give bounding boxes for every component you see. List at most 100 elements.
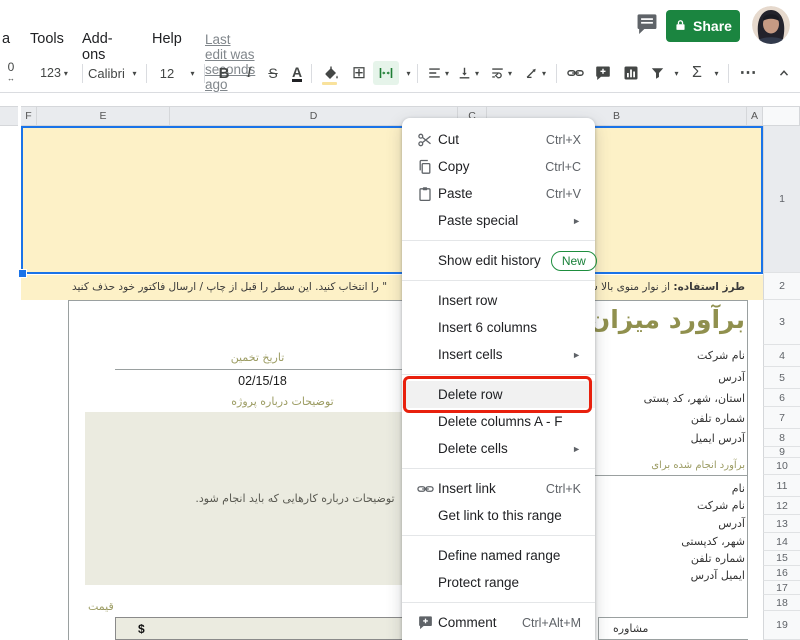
insert-chart-button[interactable] [618,61,644,85]
row-header-6[interactable]: 6 [763,389,800,407]
horizontal-align-button[interactable]: ▾ [423,61,453,85]
comment-plus-icon [412,615,438,630]
row-header-16[interactable]: 16 [763,566,800,581]
font-size-dropdown-arrow-icon[interactable]: ▾ [184,61,198,85]
menu-item-copy[interactable]: CopyCtrl+C [402,153,595,180]
strikethrough-button[interactable]: S [261,61,285,85]
row-header-11[interactable]: 11 [763,475,800,497]
row-header-4[interactable]: 4 [763,345,800,367]
menu-item-delete-row[interactable]: Delete row [402,381,595,408]
account-avatar[interactable] [752,6,790,44]
estimate-date-label[interactable]: تاریخ تخمین [115,351,400,364]
instruction-text-left: " را انتخاب کنید. این سطر را قبل از چاپ … [72,281,387,293]
menu-item-delete-cells[interactable]: Delete cells ► [402,435,595,462]
functions-button[interactable]: Σ [686,61,708,85]
column-header-a[interactable]: A [747,106,763,126]
row-header-17[interactable]: 17 [763,581,800,595]
borders-button[interactable]: ⊞ [347,61,371,85]
collapse-toolbar-icon[interactable] [772,61,796,85]
text-color-button[interactable]: A [285,61,309,85]
menu-item-cut[interactable]: CutCtrl+X [402,126,595,153]
menu-divider [402,240,595,241]
menu-item-protect-range[interactable]: Protect range [402,569,595,596]
estimate-for-section-label[interactable]: برآورد انجام شده برای [651,460,745,471]
menu-divider [402,602,595,603]
share-label: Share [693,18,732,34]
menu-item-paste[interactable]: PasteCtrl+V [402,180,595,207]
row-header-13[interactable]: 13 [763,515,800,533]
menu-item-insert-link[interactable]: Insert linkCtrl+K [402,475,595,502]
clipboard-icon [412,186,438,202]
row-header-5[interactable]: 5 [763,367,800,389]
row-header-15[interactable]: 15 [763,551,800,566]
selection-fill-handle[interactable] [18,269,27,278]
menu-item-paste-special[interactable]: Paste special ► [402,207,595,234]
column-header-e[interactable]: E [37,106,170,126]
functions-dropdown-arrow-icon[interactable]: ▾ [708,61,722,85]
row-header-2[interactable]: 2 [763,273,800,300]
vertical-align-button[interactable]: ▾ [453,61,483,85]
number-format-button[interactable]: 123▾ [32,61,76,85]
selected-row-1-cells[interactable] [21,127,763,273]
merge-cells-button-active[interactable] [373,61,399,85]
company-address-label[interactable]: آدرس [718,371,745,384]
bold-button[interactable]: B [212,61,236,85]
merge-dropdown-arrow-icon[interactable]: ▾ [401,61,413,85]
filter-button[interactable] [646,61,668,85]
menu-tools[interactable]: Tools [30,31,64,47]
new-badge: New [551,251,597,271]
row-header-10[interactable]: 10 [763,458,800,475]
client-address-label[interactable]: آدرس [718,517,745,530]
company-city-label[interactable]: استان، شهر، کد پستی [644,392,745,405]
menu-item-insert-6-columns[interactable]: Insert 6 columns [402,314,595,341]
submenu-arrow-icon: ► [572,444,581,454]
row-header-12[interactable]: 12 [763,497,800,515]
menu-item-insert-cells[interactable]: Insert cells ► [402,341,595,368]
estimate-date-value[interactable]: 02/15/18 [115,374,410,388]
form-right-border [747,300,748,640]
menu-item-insert-row[interactable]: Insert row [402,287,595,314]
row-header-1[interactable]: 1 [763,126,800,273]
more-toolbar-button[interactable]: ⋯ [736,61,760,85]
text-rotation-button[interactable]: ▾ [519,61,551,85]
menu-data-partial[interactable]: a [2,31,10,47]
row-header-19[interactable]: 19 [763,611,800,640]
fill-color-button[interactable] [319,61,343,85]
row-header-9[interactable]: 9 [763,447,800,458]
menu-item-show-edit-history[interactable]: Show edit history New [402,247,595,274]
company-email-label[interactable]: آدرس ایمیل [691,432,745,445]
share-button[interactable]: Share [666,10,740,42]
row-header-14[interactable]: 14 [763,533,800,551]
row-header-3[interactable]: 3 [763,300,800,345]
company-phone-label[interactable]: شماره تلفن [691,412,745,425]
client-company-label[interactable]: نام شرکت [697,499,745,512]
client-email-label[interactable]: ایمیل آدرس [691,569,745,582]
italic-button[interactable]: I [237,61,261,85]
filter-dropdown-arrow-icon[interactable]: ▾ [668,61,682,85]
client-phone-label[interactable]: شماره تلفن [691,552,745,565]
price-label: قیمت [88,600,114,613]
row-header-18[interactable]: 18 [763,595,800,611]
menu-item-get-link[interactable]: Get link to this range [402,502,595,529]
font-size-select[interactable]: 12 [154,61,180,85]
decrease-decimal-icon[interactable]: 0↔ [0,61,22,85]
client-city-label[interactable]: شهر، کدپستی [681,535,745,548]
currency-symbol: $ [116,622,145,636]
link-icon [412,481,438,497]
row-header-7[interactable]: 7 [763,407,800,429]
font-dropdown-arrow-icon[interactable]: ▾ [126,61,140,85]
project-description-label: توضیحات درباره پروژه [115,395,450,408]
insert-comment-button[interactable] [590,61,616,85]
text-wrap-button[interactable]: ▾ [485,61,517,85]
row-header-8[interactable]: 8 [763,429,800,447]
column-header-f[interactable]: F [21,106,37,126]
menu-item-delete-columns[interactable]: Delete columns A - F [402,408,595,435]
insert-link-button[interactable] [562,61,588,85]
company-name-label[interactable]: نام شرکت [697,349,745,362]
client-name-label[interactable]: نام [732,482,745,495]
menu-item-define-named-range[interactable]: Define named range [402,542,595,569]
open-comments-icon[interactable] [636,13,658,39]
menu-help[interactable]: Help [152,31,182,47]
service-cell[interactable]: مشاوره [598,617,748,640]
menu-item-comment[interactable]: CommentCtrl+Alt+M [402,609,595,636]
